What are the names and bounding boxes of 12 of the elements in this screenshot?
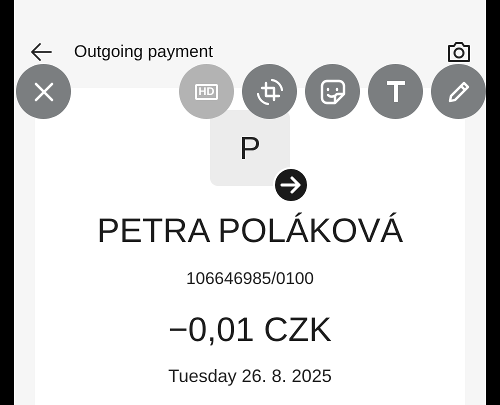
- camera-icon[interactable]: [446, 40, 472, 64]
- text-icon: [384, 80, 406, 104]
- arrow-right-icon: [272, 166, 310, 204]
- payment-date: Tuesday 26. 8. 2025: [168, 366, 332, 387]
- recipient-name: PETRA POLÁKOVÁ: [96, 212, 404, 251]
- back-arrow-icon[interactable]: [30, 42, 52, 62]
- payment-amount: −0,01 CZK: [168, 311, 332, 350]
- page-title: Outgoing payment: [74, 42, 214, 62]
- account-number: 106646985/0100: [186, 269, 314, 289]
- crop-rotate-icon: [254, 76, 284, 106]
- sticker-icon: [318, 78, 346, 106]
- close-icon: [32, 80, 54, 102]
